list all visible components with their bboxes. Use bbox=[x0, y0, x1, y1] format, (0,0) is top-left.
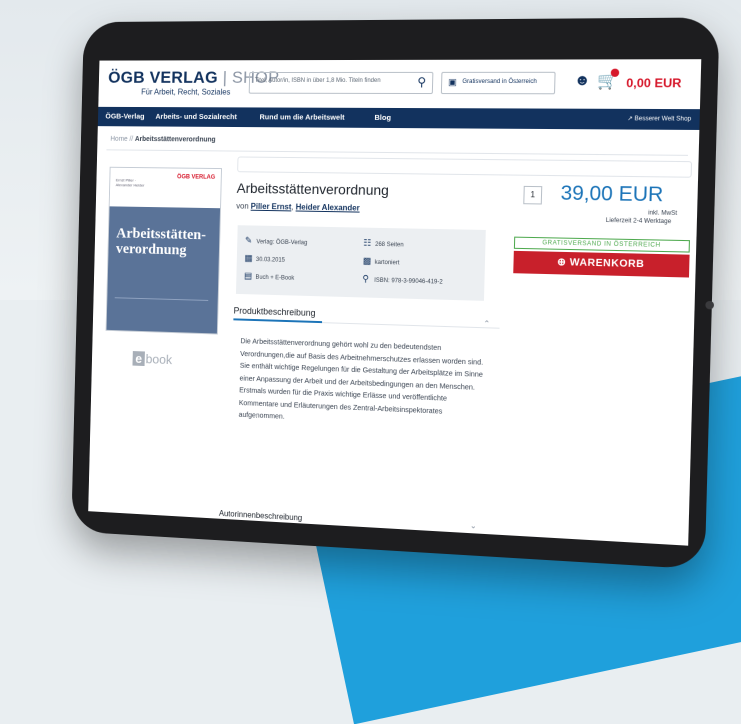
product-price: 39,00 EUR bbox=[560, 182, 664, 207]
quantity-input[interactable]: 1 bbox=[523, 185, 543, 205]
search-input[interactable]: Titel, Autor/in, ISBN in über 1,8 Mio. T… bbox=[248, 71, 434, 95]
logo-text: ÖGB VERLAG bbox=[108, 68, 219, 87]
vat-note: inkl. MwSt bbox=[648, 210, 678, 218]
active-tab-indicator bbox=[233, 318, 323, 324]
ebook-icon: e bbox=[132, 351, 145, 367]
delivery-time: Lieferzeit 2-4 Werktage bbox=[605, 217, 672, 226]
cover-header: Ernst Piller · Alexander Heider ÖGB VERL… bbox=[109, 167, 222, 209]
ebook-badge: e book bbox=[132, 351, 172, 367]
nav-item-arbeitswelt[interactable]: Rund um die Arbeitswelt bbox=[259, 112, 344, 121]
chevron-down-icon[interactable]: ⌄ bbox=[470, 521, 477, 530]
cover-publisher: ÖGB VERLAG bbox=[176, 174, 216, 181]
meta-isbn: ⚲ ISBN: 978-3-99046-419-2 bbox=[362, 274, 443, 287]
cover-title: Arbeitsstätten- verordnung bbox=[116, 226, 206, 259]
plus-circle-icon: ⊕ bbox=[556, 256, 567, 269]
free-shipping-badge: GRATISVERSAND IN ÖSTERREICH bbox=[513, 236, 690, 253]
site-header: ÖGB VERLAG | SHOP Für Arbeit, Recht, Soz… bbox=[98, 59, 702, 110]
chevron-up-icon[interactable]: ⌃ bbox=[483, 319, 490, 328]
meta-format: ▤ Buch + E-Book bbox=[244, 271, 294, 283]
breadcrumb: Home // Arbeitsstättenverordnung bbox=[110, 136, 215, 144]
shipping-label: Gratisversand in Österreich bbox=[462, 78, 537, 86]
meta-binding: ▩ kartoniert bbox=[363, 256, 400, 268]
product-meta: ✎ Verlag: ÖGB-Verlag ▦ 30.03.2015 ▤ Buch + … bbox=[235, 225, 486, 301]
add-to-cart-label: WARENKORB bbox=[569, 257, 645, 271]
screen: ÖGB VERLAG | SHOP Für Arbeit, Recht, Soz… bbox=[88, 59, 702, 546]
by-label: von bbox=[236, 201, 249, 211]
pen-icon: ✎ bbox=[244, 235, 253, 246]
nav-item-oegb-verlag[interactable]: ÖGB-Verlag bbox=[105, 112, 144, 121]
nav-item-blog[interactable]: Blog bbox=[374, 113, 391, 122]
camera-dot bbox=[705, 300, 715, 310]
meta-date: ▦ 30.03.2015 bbox=[244, 253, 285, 265]
search-placeholder: Titel, Autor/in, ISBN in über 1,8 Mio. T… bbox=[254, 77, 381, 84]
pages-icon: ☷ bbox=[363, 237, 372, 248]
shipping-info-box: ▣ Gratisversand in Österreich bbox=[440, 71, 556, 95]
meta-binding-text: kartoniert bbox=[374, 259, 400, 267]
meta-isbn-text: ISBN: 978-3-99046-419-2 bbox=[374, 277, 443, 286]
box-icon: ▣ bbox=[448, 76, 457, 88]
breadcrumb-current: Arbeitsstättenverordnung bbox=[134, 136, 216, 144]
meta-publisher: ✎ Verlag: ÖGB-Verlag bbox=[245, 235, 308, 247]
product-description-text: Die Arbeitsstättenverordnung gehört wohl… bbox=[238, 336, 484, 421]
nav-external-label: Besserer Welt Shop bbox=[634, 116, 692, 123]
nav-item-arbeits-sozialrecht[interactable]: Arbeits- und Sozialrecht bbox=[155, 112, 237, 121]
user-icon[interactable]: ☻ bbox=[574, 72, 591, 89]
tab-product-description[interactable]: Produktbeschreibung bbox=[233, 306, 315, 318]
book-icon: ▤ bbox=[243, 270, 253, 281]
open-book-icon: ▩ bbox=[362, 255, 372, 266]
magnifier-icon: ⚲ bbox=[362, 273, 370, 284]
add-to-cart-button[interactable]: ⊕ WARENKORB bbox=[513, 250, 690, 278]
divider bbox=[106, 149, 688, 156]
cover-divider bbox=[114, 297, 209, 301]
author-link-piller[interactable]: Piller Ernst bbox=[251, 202, 292, 212]
tab-author-description[interactable]: Autorinnenbeschreibung bbox=[219, 509, 302, 523]
author-separator: , bbox=[291, 202, 294, 212]
meta-publisher-text: Verlag: ÖGB-Verlag bbox=[256, 239, 308, 247]
calendar-icon: ▦ bbox=[244, 252, 253, 263]
ebook-label: book bbox=[145, 351, 173, 368]
cover-title-line2: verordnung bbox=[115, 241, 187, 259]
main-nav: ÖGB-Verlag Arbeits- und Sozialrecht Rund… bbox=[97, 106, 700, 130]
search-icon[interactable]: ⚲ bbox=[417, 75, 426, 89]
breadcrumb-separator: // bbox=[129, 136, 134, 143]
product-title: Arbeitsstättenverordnung bbox=[236, 180, 390, 199]
meta-pages-text: 268 Seiten bbox=[375, 241, 404, 249]
cart-total[interactable]: 0,00 EUR bbox=[626, 76, 682, 91]
cover-authors: Ernst Piller · Alexander Heider bbox=[115, 177, 145, 188]
info-strip bbox=[237, 156, 693, 178]
meta-format-text: Buch + E-Book bbox=[255, 274, 295, 282]
tablet-frame: ÖGB VERLAG | SHOP Für Arbeit, Recht, Soz… bbox=[71, 17, 720, 570]
meta-date-text: 30.03.2015 bbox=[255, 257, 285, 264]
nav-external-shop[interactable]: ↗ Besserer Welt Shop bbox=[627, 115, 691, 123]
breadcrumb-home[interactable]: Home bbox=[110, 136, 127, 143]
author-link-heider[interactable]: Heider Alexander bbox=[296, 203, 360, 213]
meta-pages: ☷ 268 Seiten bbox=[363, 238, 404, 250]
book-cover[interactable]: Ernst Piller · Alexander Heider ÖGB VERL… bbox=[105, 166, 223, 335]
product-authors: von Piller Ernst, Heider Alexander bbox=[236, 202, 360, 213]
